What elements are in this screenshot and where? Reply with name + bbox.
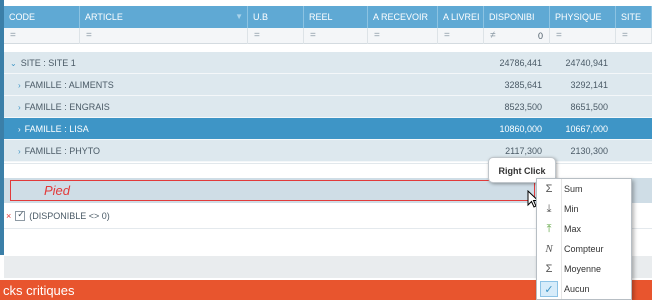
check-icon: ✓	[540, 281, 558, 297]
average-icon: Σ	[545, 263, 553, 275]
menu-item-label: Compteur	[564, 244, 604, 254]
filter-cell-disponible[interactable]: ≠ 0	[484, 28, 550, 44]
group-physique: 3292,141	[570, 80, 608, 90]
chevron-right-icon[interactable]: ›	[18, 103, 21, 112]
menu-item-sum[interactable]: Σ Sum	[537, 179, 631, 199]
column-label: SITE	[621, 12, 642, 22]
column-label: ARTICLE	[85, 12, 123, 22]
group-row-site[interactable]: ⌄ SITE : SITE 1 24786,441 24740,941	[4, 52, 652, 74]
filter-cell-physique[interactable]: =	[550, 28, 616, 44]
filter-operator: =	[86, 30, 92, 41]
menu-item-label: Aucun	[564, 284, 590, 294]
group-label: FAMILLE : ENGRAIS	[24, 102, 110, 112]
menu-item-label: Min	[564, 204, 579, 214]
menu-item-moyenne[interactable]: Σ Moyenne	[537, 259, 631, 279]
column-label: PHYSIQUE	[555, 12, 602, 22]
section-title: cks critiques	[3, 283, 75, 298]
aggregate-context-menu: Σ Sum ⤓ Min ⤒ Max N Compteur Σ Moyenne ✓…	[536, 178, 632, 300]
group-disponible: 3285,641	[504, 80, 542, 90]
column-header-ub[interactable]: U.B	[248, 6, 304, 28]
filter-cell-site[interactable]: =	[616, 28, 652, 44]
group-physique: 24740,941	[565, 58, 608, 68]
menu-item-aucun[interactable]: ✓ Aucun	[537, 279, 631, 299]
chevron-right-icon[interactable]: ›	[18, 147, 21, 156]
max-icon: ⤒	[546, 223, 552, 235]
column-label: REEL	[309, 12, 333, 22]
chevron-down-icon[interactable]: ⌄	[10, 59, 17, 68]
group-disponible: 10860,000	[499, 124, 542, 134]
filter-operator: =	[622, 30, 628, 41]
group-row-famille-selected[interactable]: › FAMILLE : LISA 10860,000 10667,000	[4, 118, 652, 140]
group-physique: 8651,500	[570, 102, 608, 112]
group-label: FAMILLE : LISA	[24, 124, 89, 134]
column-label: U.B	[253, 12, 269, 22]
column-filter-icon[interactable]: ▼	[235, 6, 243, 28]
column-header-article[interactable]: ARTICLE ▼	[80, 6, 248, 28]
min-icon: ⤓	[546, 203, 552, 215]
filter-enabled-checkbox[interactable]	[15, 209, 26, 221]
menu-item-label: Moyenne	[564, 264, 602, 274]
filter-cell-ub[interactable]: =	[248, 28, 304, 44]
column-header-a-recevoir[interactable]: A RECEVOIR	[368, 6, 438, 28]
filter-operator: =	[374, 30, 380, 41]
sum-icon: Σ	[545, 183, 553, 195]
group-rows: ⌄ SITE : SITE 1 24786,441 24740,941 › FAMI…	[4, 52, 652, 162]
tooltip-text: Right Click	[498, 166, 546, 176]
menu-item-min[interactable]: ⤓ Min	[537, 199, 631, 219]
column-header-reel[interactable]: REEL	[304, 6, 368, 28]
filter-operator: =	[556, 30, 562, 41]
count-icon: N	[545, 243, 553, 255]
filter-cell-article[interactable]: =	[80, 28, 248, 44]
filter-operator: =	[254, 30, 260, 41]
group-disponible: 24786,441	[499, 58, 542, 68]
filter-operator: ≠	[490, 30, 496, 41]
column-header-physique[interactable]: PHYSIQUE	[550, 6, 616, 28]
column-header-a-livrer[interactable]: A LIVREI	[438, 6, 484, 28]
menu-item-max[interactable]: ⤒ Max	[537, 219, 631, 239]
menu-item-label: Max	[564, 224, 582, 234]
filter-value: 0	[537, 31, 543, 41]
filter-cell-a-livrer[interactable]: =	[438, 28, 484, 44]
group-physique: 2130,300	[570, 146, 608, 156]
group-label: FAMILLE : ALIMENTS	[24, 80, 114, 90]
group-row-famille[interactable]: › FAMILLE : ENGRAIS 8523,500 8651,500	[4, 96, 652, 118]
footer-label: Pied	[44, 183, 71, 198]
filter-expression[interactable]: (DISPONIBLE <> 0)	[29, 211, 110, 221]
column-label: A RECEVOIR	[373, 12, 429, 22]
column-label: A LIVREI	[443, 12, 480, 22]
menu-item-compteur[interactable]: N Compteur	[537, 239, 631, 259]
group-row-famille[interactable]: › FAMILLE : ALIMENTS 3285,641 3292,141	[4, 74, 652, 96]
filter-cell-code[interactable]: =	[4, 28, 80, 44]
menu-item-label: Sum	[564, 184, 583, 194]
chevron-right-icon[interactable]: ›	[18, 81, 21, 90]
filter-operator: =	[310, 30, 316, 41]
column-label: DISPONIBI	[489, 12, 535, 22]
footer-highlight-box	[10, 180, 535, 201]
chevron-right-icon[interactable]: ›	[18, 125, 21, 134]
filter-operator: =	[444, 30, 450, 41]
group-label: FAMILLE : PHYTO	[24, 146, 101, 156]
filter-cell-a-recevoir[interactable]: =	[368, 28, 438, 44]
filter-cell-reel[interactable]: =	[304, 28, 368, 44]
group-physique: 10667,000	[565, 124, 608, 134]
column-header-disponible[interactable]: DISPONIBI	[484, 6, 550, 28]
remove-filter-icon[interactable]: ×	[6, 211, 11, 221]
filter-operator: =	[10, 30, 16, 41]
group-label: SITE : SITE 1	[20, 58, 76, 68]
grid-header: CODE ARTICLE ▼ U.B REEL A RECEVOIR A LIVR…	[4, 6, 652, 28]
column-header-site[interactable]: SITE	[616, 6, 652, 28]
group-disponible: 8523,500	[504, 102, 542, 112]
column-label: CODE	[9, 12, 36, 22]
active-filter-bar: × (DISPONIBLE <> 0)	[6, 209, 110, 221]
filter-row: = = = = = = ≠ 0 = =	[4, 28, 652, 44]
column-header-code[interactable]: CODE	[4, 6, 80, 28]
